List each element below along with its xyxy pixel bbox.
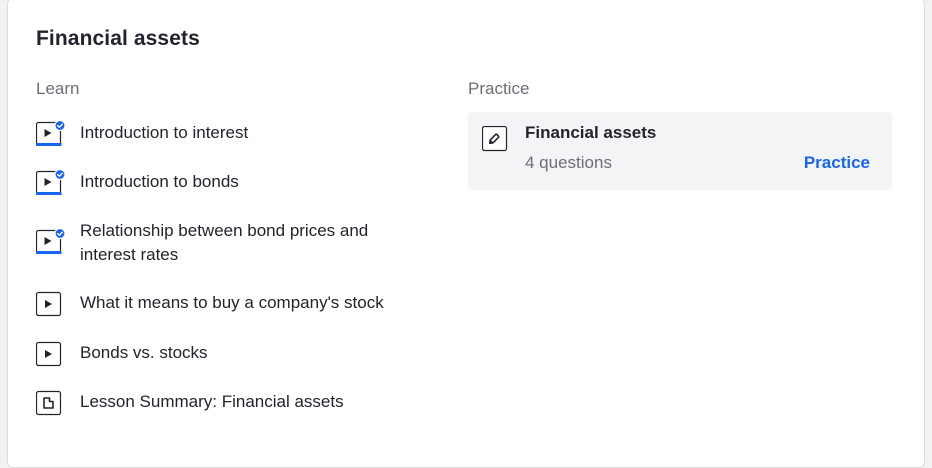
practice-question-count: 4 questions [525, 153, 612, 172]
lesson-label: Relationship between bond prices and int… [80, 221, 369, 264]
video-completed-icon [35, 119, 66, 147]
video-icon [35, 341, 62, 367]
lesson-label: Introduction to bonds [80, 172, 239, 191]
article-icon [35, 390, 62, 416]
practice-title: Financial assets [525, 123, 657, 142]
video-completed-icon [35, 227, 66, 255]
unit-title: Financial assets [36, 27, 200, 50]
practice-card[interactable]: Financial assets 4 questions Practice [468, 112, 892, 190]
pencil-icon [481, 125, 508, 152]
learn-heading: Learn [36, 79, 80, 98]
lesson-label: Introduction to interest [80, 123, 249, 142]
lesson-label: What it means to buy a company's stock [80, 293, 384, 312]
practice-heading: Practice [468, 79, 530, 98]
lesson-label: Bonds vs. stocks [80, 343, 208, 362]
lesson-label: Lesson Summary: Financial assets [80, 392, 344, 411]
unit-card: Financial assets Learn Practice Introduc… [7, 0, 925, 468]
practice-link[interactable]: Practice [804, 153, 870, 173]
video-completed-icon [35, 168, 66, 196]
video-icon [35, 291, 62, 317]
